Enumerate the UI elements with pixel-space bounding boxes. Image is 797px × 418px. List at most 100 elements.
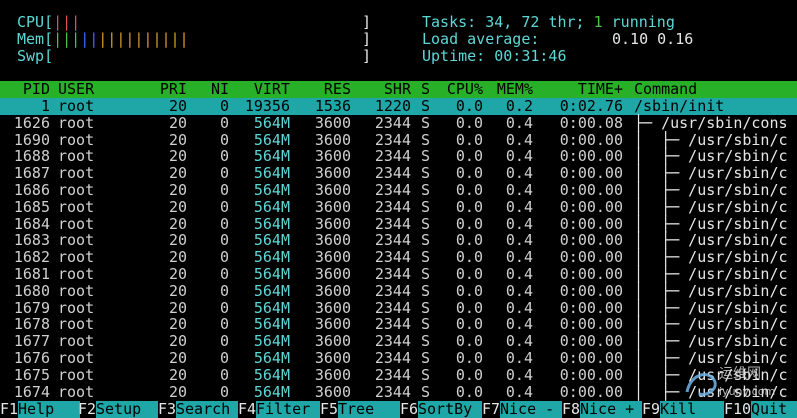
column-mem[interactable]: MEM% [488, 81, 533, 98]
fkey-setup-button[interactable]: Setup [96, 401, 158, 418]
fkey-filter-button[interactable]: Filter [256, 401, 320, 418]
process-pid: 1682 [13, 248, 50, 267]
column-res[interactable]: RES [300, 81, 351, 98]
process-row[interactable]: 1681 root 20 0 564M 3600 2344 S 0.0 0.4 0:00.00 │ ├… [0, 266, 797, 283]
process-res: 3600 [314, 382, 351, 401]
process-time: 0:00.00 [559, 231, 623, 250]
process-ni: 0 [219, 231, 229, 250]
process-row[interactable]: 1674 root 20 0 564M 3600 2344 S 0.0 0.4 0:00.00 │ ├… [0, 382, 797, 401]
column-ni[interactable]: NI [200, 81, 229, 98]
process-time: 0:00.00 [559, 365, 623, 384]
column-user[interactable]: USER [58, 81, 94, 98]
process-pri: 20 [168, 382, 187, 401]
process-shr: 2344 [374, 214, 411, 233]
process-pid: 1679 [13, 298, 50, 317]
fkey-sortby-button[interactable]: SortBy [418, 401, 482, 418]
process-s: S [421, 248, 431, 267]
process-ni: 0 [219, 147, 229, 166]
process-cpu: 0.0 [455, 281, 483, 300]
process-row[interactable]: 1677 root 20 0 564M 3600 2344 S 0.0 0.4 0:00.00 │ ├… [0, 333, 797, 350]
process-pri: 20 [168, 181, 187, 199]
process-user: root [58, 214, 95, 233]
process-time: 0:00.00 [559, 130, 623, 149]
process-row[interactable]: 1685 root 20 0 564M 3600 2344 S 0.0 0.4 0:00.00 │ ├… [0, 197, 797, 216]
fkey-f7[interactable]: F7 [482, 401, 500, 418]
process-ni: 0 [219, 97, 229, 115]
process-res: 3600 [314, 298, 351, 317]
process-pri: 20 [168, 231, 187, 250]
column-virt[interactable]: VIRT [236, 81, 290, 98]
process-pid: 1626 [13, 113, 50, 132]
process-command: ├─ /usr/sbin/cons [634, 113, 788, 132]
fkey-help-button[interactable]: Help [18, 401, 80, 418]
process-s: S [421, 97, 431, 115]
process-s: S [421, 214, 431, 233]
mem-meter-end: ] [362, 30, 372, 48]
process-time: 0:00.00 [559, 248, 623, 267]
column-state[interactable]: S [421, 81, 430, 98]
process-row[interactable]: 1682 root 20 0 564M 3600 2344 S 0.0 0.4 0:00.00 │ ├… [0, 249, 797, 266]
threads-value: 72 [521, 13, 540, 31]
uptime-summary: Uptime: 00:31:46 [422, 48, 567, 65]
fkey-f8[interactable]: F8 [562, 401, 580, 418]
process-virt: 564M [253, 197, 290, 216]
process-user: root [58, 181, 95, 199]
column-shr[interactable]: SHR [365, 81, 411, 98]
process-row[interactable]: 1688 root 20 0 564M 3600 2344 S 0.0 0.4 0:00.00 │ ├… [0, 148, 797, 165]
fkey-nice-button[interactable]: Nice - [500, 401, 562, 418]
process-command: │ ├─ /usr/sbin/c [634, 214, 788, 233]
process-s: S [421, 365, 431, 384]
process-row-selected[interactable]: 1 root 20 0 19356 1536 1220 S 0.0 0.2 0:02.76/sbin… [0, 98, 797, 115]
process-user: root [58, 164, 95, 183]
process-row[interactable]: 1626 root 20 0 564M 3600 2344 S 0.0 0.4 0:00.08 ├─ … [0, 113, 797, 132]
fkey-f2[interactable]: F2 [78, 401, 96, 418]
process-user: root [58, 248, 95, 267]
process-row[interactable]: 1686 root 20 0 564M 3600 2344 S 0.0 0.4 0:00.00 │ ├… [0, 182, 797, 199]
fkey-nice-button[interactable]: Nice + [580, 401, 642, 418]
fkey-f5[interactable]: F5 [320, 401, 338, 418]
fkey-f3[interactable]: F3 [158, 401, 176, 418]
process-user: root [58, 349, 95, 367]
process-s: S [421, 197, 431, 216]
fkey-search-button[interactable]: Search [176, 401, 238, 418]
process-row[interactable]: 1687 root 20 0 564M 3600 2344 S 0.0 0.4 0:00.00 │ ├… [0, 165, 797, 182]
process-shr: 2344 [374, 231, 411, 250]
process-virt: 564M [253, 113, 290, 132]
process-ni: 0 [219, 248, 229, 267]
fkey-f9[interactable]: F9 [642, 401, 660, 418]
process-row[interactable]: 1683 root 20 0 564M 3600 2344 S 0.0 0.4 0:00.00 │ ├… [0, 232, 797, 249]
process-cpu: 0.0 [455, 197, 483, 216]
process-command: │ ├─ /usr/sbin/c [634, 332, 788, 351]
column-cpu[interactable]: CPU% [440, 81, 483, 98]
fkey-f6[interactable]: F6 [400, 401, 418, 418]
column-pid[interactable]: PID [0, 81, 50, 98]
process-ni: 0 [219, 214, 229, 233]
process-time: 0:00.00 [559, 214, 623, 233]
process-shr: 2344 [374, 365, 411, 384]
process-row[interactable]: 1678 root 20 0 564M 3600 2344 S 0.0 0.4 0:00.00 │ ├… [0, 316, 797, 333]
process-res: 3600 [314, 332, 351, 351]
fkey-tree-button[interactable]: Tree [338, 401, 400, 418]
column-command[interactable]: Command [634, 81, 697, 98]
process-pri: 20 [168, 164, 187, 183]
process-pid: 1 [40, 97, 50, 115]
process-s: S [421, 130, 431, 149]
process-user: root [58, 130, 95, 149]
tasks-value: 34, [485, 13, 513, 31]
process-virt: 564M [253, 181, 290, 199]
process-user: root [58, 113, 95, 132]
process-time: 0:00.00 [559, 332, 623, 351]
process-user: root [58, 281, 95, 300]
column-pri[interactable]: PRI [150, 81, 187, 98]
process-res: 3600 [314, 164, 351, 183]
fkey-f1[interactable]: F1 [0, 401, 18, 418]
process-row[interactable]: 1676 root 20 0 564M 3600 2344 S 0.0 0.4 0:00.00 │ ├… [0, 350, 797, 367]
process-pri: 20 [168, 365, 187, 384]
column-time[interactable]: TIME+ [548, 81, 623, 98]
fkey-f4[interactable]: F4 [238, 401, 256, 418]
process-time: 0:00.00 [559, 147, 623, 166]
process-pri: 20 [168, 113, 187, 132]
process-row[interactable]: 1675 root 20 0 564M 3600 2344 S 0.0 0.4 0:00.00 │ ├… [0, 365, 797, 384]
process-row[interactable]: 1680 root 20 0 564M 3600 2344 S 0.0 0.4 0:00.00 │ ├… [0, 281, 797, 300]
process-res: 3600 [314, 130, 351, 149]
